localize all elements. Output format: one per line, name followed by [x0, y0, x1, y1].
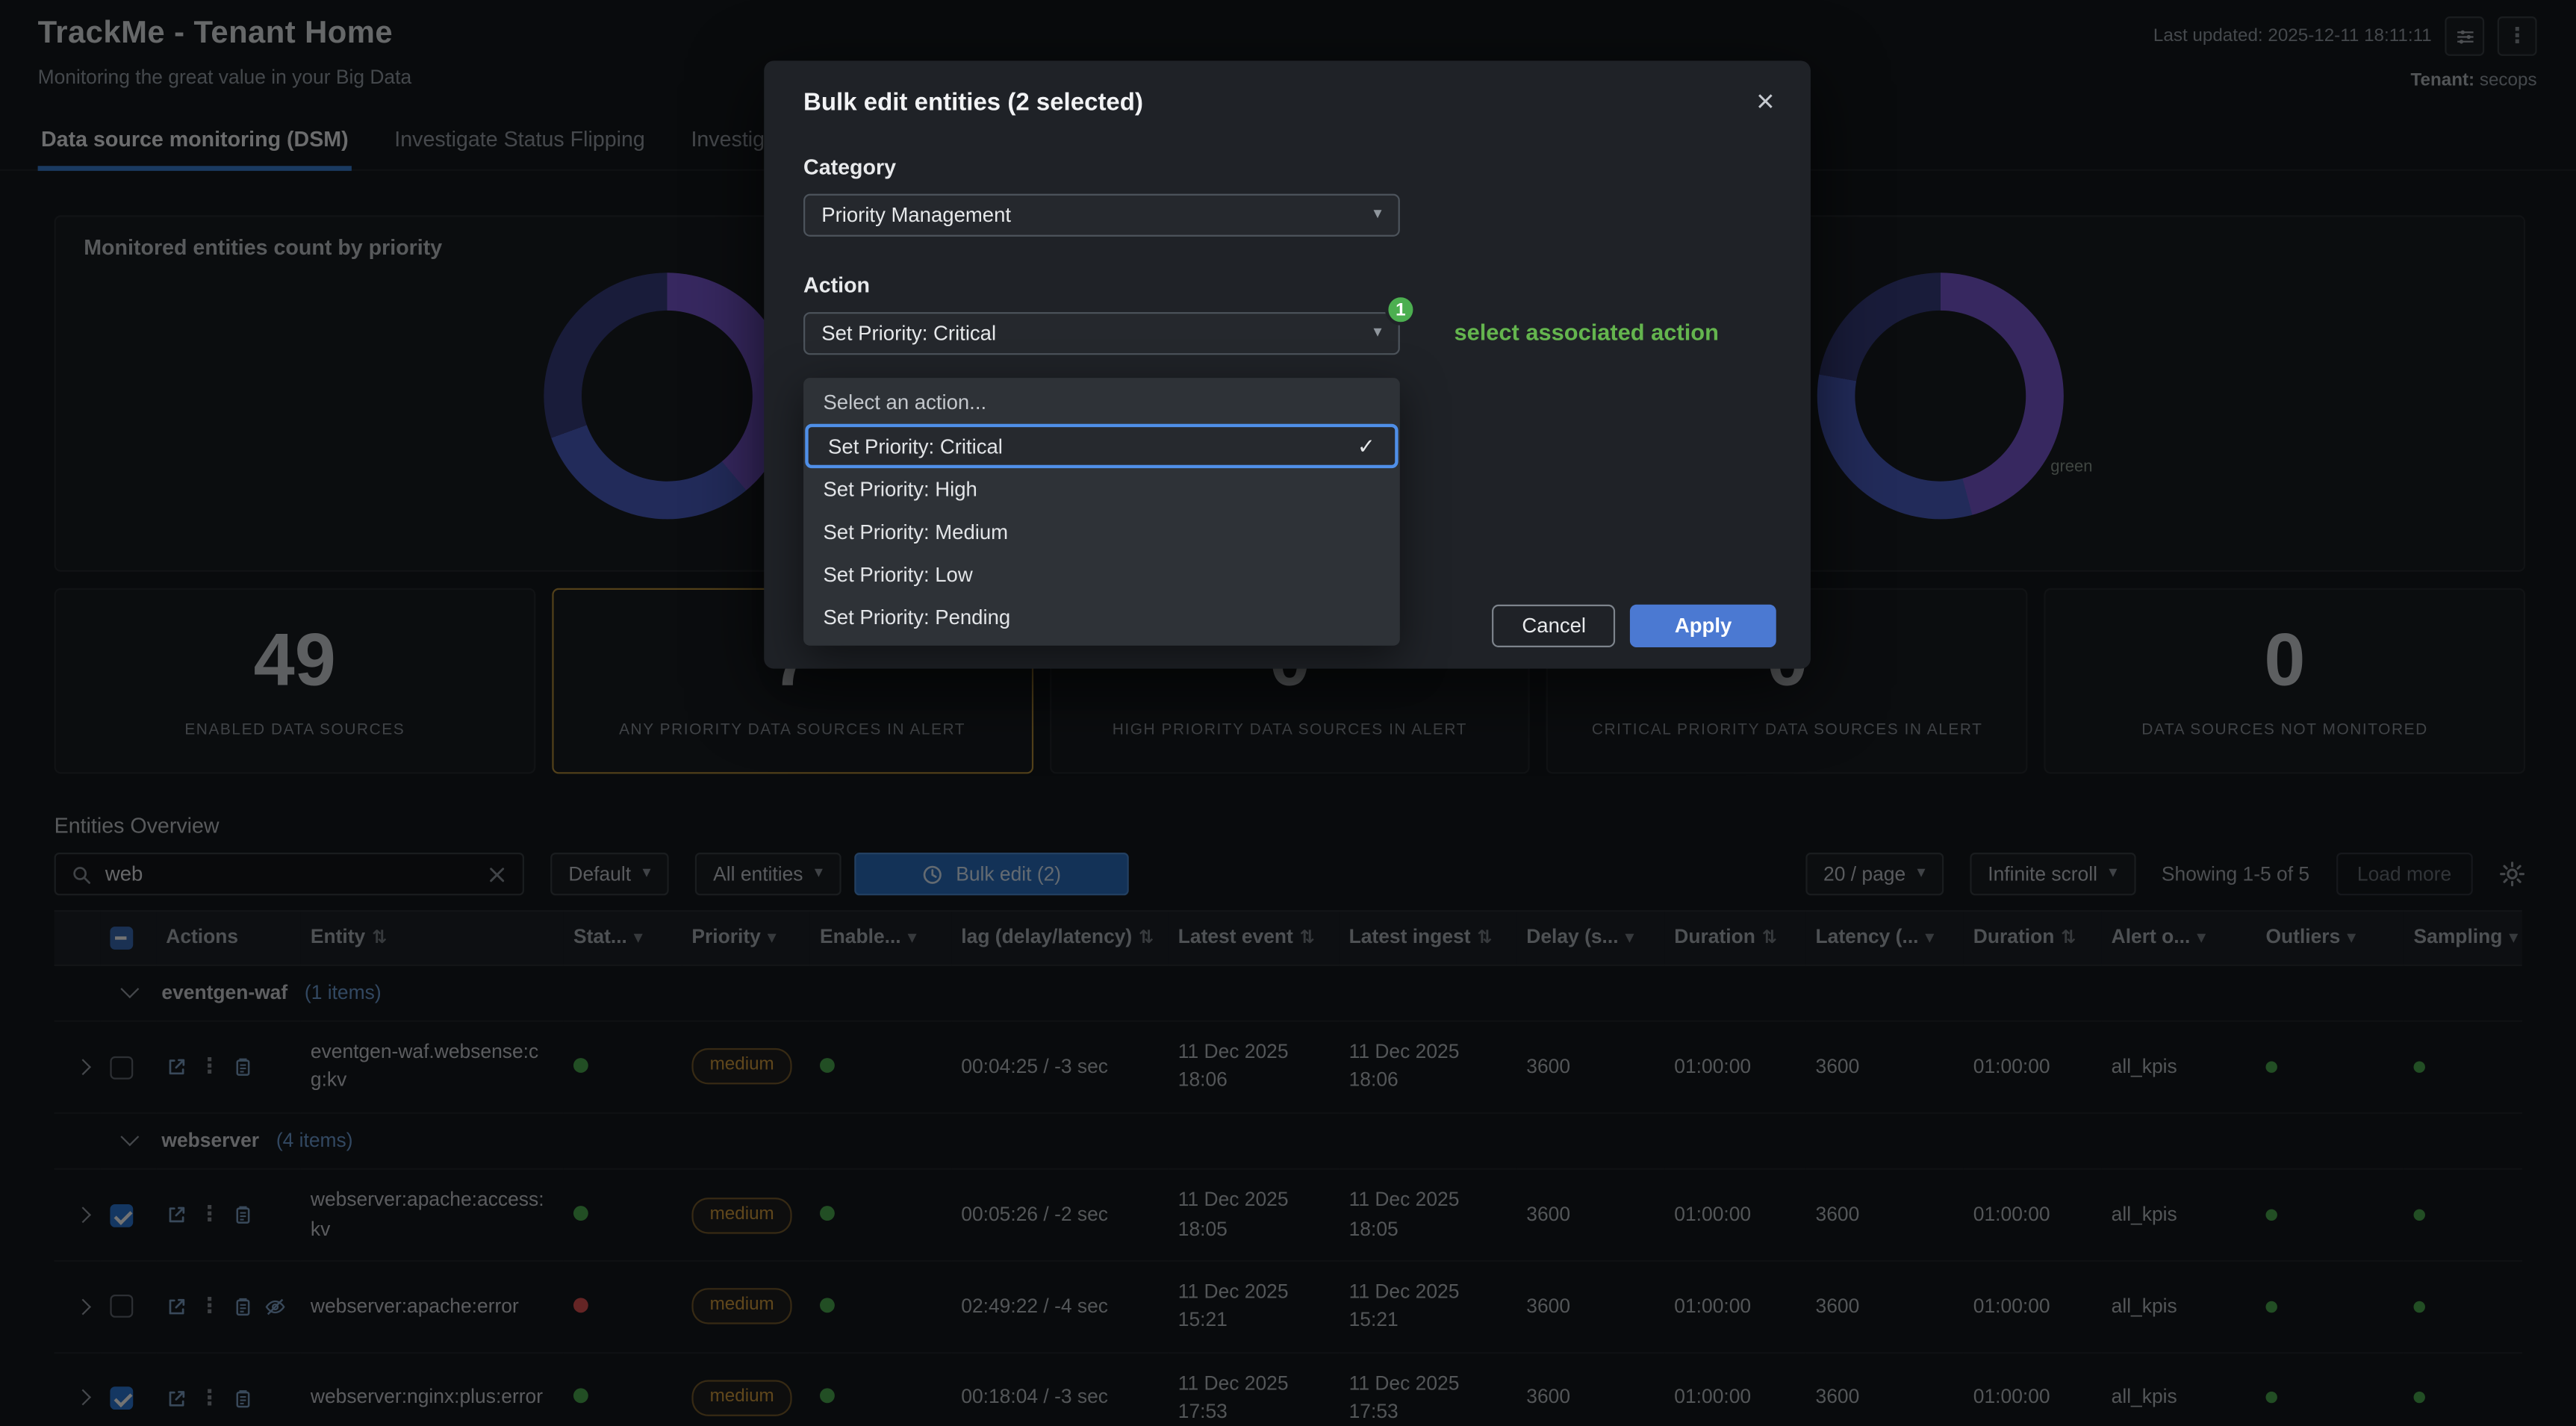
chevron-down-icon: ▾: [1374, 326, 1382, 342]
category-value: Priority Management: [821, 204, 1011, 227]
menu-item-set-priority-high[interactable]: Set Priority: High: [803, 468, 1400, 511]
category-select[interactable]: Priority Management ▾: [803, 194, 1400, 237]
action-dropdown-menu: Select an action... Set Priority: Critic…: [803, 378, 1400, 646]
menu-item-placeholder[interactable]: Select an action...: [803, 382, 1400, 424]
app-root: TrackMe - Tenant Home Monitoring the gre…: [0, 0, 2576, 1426]
modal-title: Bulk edit entities (2 selected): [803, 89, 1143, 116]
action-count-badge: 1: [1385, 294, 1416, 326]
bulk-edit-modal: Bulk edit entities (2 selected) × Catego…: [764, 60, 1811, 668]
chevron-down-icon: ▾: [1374, 207, 1382, 223]
menu-item-set-priority-medium[interactable]: Set Priority: Medium: [803, 511, 1400, 553]
close-icon[interactable]: ×: [1756, 87, 1774, 119]
action-value: Set Priority: Critical: [821, 322, 996, 345]
apply-button[interactable]: Apply: [1630, 605, 1776, 647]
cancel-button[interactable]: Cancel: [1493, 605, 1616, 647]
menu-item-set-priority-critical[interactable]: Set Priority: Critical ✓: [805, 424, 1398, 468]
menu-item-set-priority-pending[interactable]: Set Priority: Pending: [803, 597, 1400, 639]
action-helper-text: select associated action: [1454, 319, 1718, 345]
menu-item-set-priority-low[interactable]: Set Priority: Low: [803, 554, 1400, 597]
check-icon: ✓: [1357, 433, 1375, 459]
action-label: Action: [803, 273, 1771, 297]
category-label: Category: [803, 155, 1771, 179]
action-select[interactable]: Set Priority: Critical ▾: [803, 312, 1400, 355]
